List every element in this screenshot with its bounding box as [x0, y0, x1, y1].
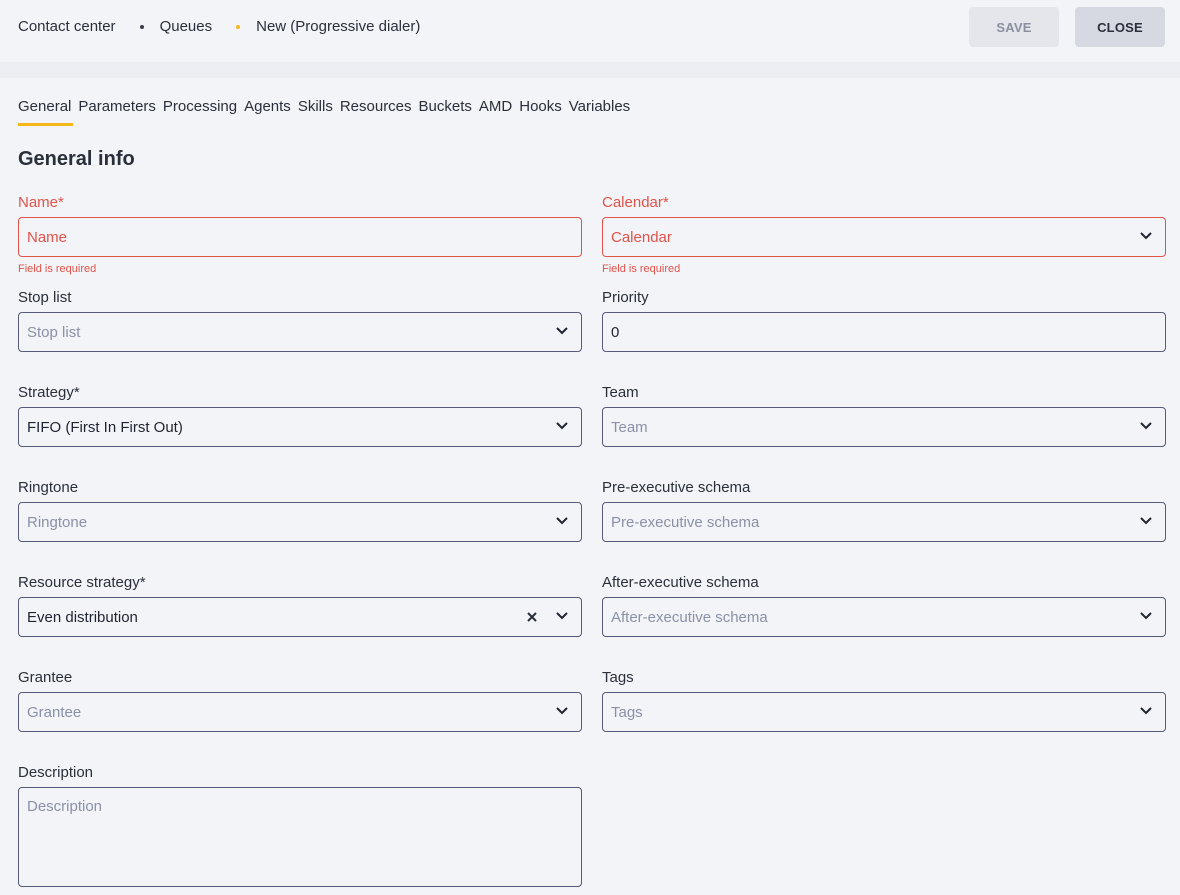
- after-schema-field-group: After-executive schema After-executive s…: [602, 574, 1166, 637]
- tab-skills[interactable]: Skills: [298, 98, 333, 126]
- clear-icon[interactable]: [525, 610, 539, 624]
- strategy-select[interactable]: FIFO (First In First Out): [18, 407, 582, 447]
- tab-processing[interactable]: Processing: [163, 98, 237, 126]
- tab-resources[interactable]: Resources: [340, 98, 412, 126]
- chevron-down-icon[interactable]: [555, 706, 569, 716]
- pre-schema-placeholder: Pre-executive schema: [611, 513, 760, 531]
- stop-list-field-group: Stop list Stop list: [18, 289, 582, 352]
- grantee-placeholder: Grantee: [27, 703, 82, 721]
- after-schema-select[interactable]: After-executive schema: [602, 597, 1166, 637]
- priority-input[interactable]: 0: [602, 312, 1166, 352]
- tab-variables[interactable]: Variables: [569, 98, 630, 126]
- tab-amd[interactable]: AMD: [479, 98, 512, 126]
- priority-value: 0: [611, 323, 620, 341]
- tags-label: Tags: [602, 669, 634, 686]
- tab-parameters[interactable]: Parameters: [78, 98, 156, 126]
- resource-strategy-value: Even distribution: [27, 608, 138, 626]
- strategy-field-group: Strategy* FIFO (First In First Out): [18, 384, 582, 447]
- form-panel: General Parameters Processing Agents Ski…: [0, 78, 1180, 895]
- strategy-value: FIFO (First In First Out): [27, 418, 183, 436]
- close-button[interactable]: CLOSE: [1075, 7, 1165, 47]
- grantee-select[interactable]: Grantee: [18, 692, 582, 732]
- save-button[interactable]: SAVE: [969, 7, 1059, 47]
- name-field-group: Name* Name Field is required: [18, 194, 582, 275]
- tags-select[interactable]: Tags: [602, 692, 1166, 732]
- tab-hooks[interactable]: Hooks: [519, 98, 562, 126]
- team-label: Team: [602, 384, 639, 401]
- ringtone-field-group: Ringtone Ringtone: [18, 479, 582, 542]
- grantee-field-group: Grantee Grantee: [18, 669, 582, 732]
- name-label: Name*: [18, 194, 64, 211]
- description-textarea[interactable]: Description: [18, 787, 582, 887]
- section-title: General info: [18, 148, 135, 170]
- top-bar: Contact center Queues New (Progressive d…: [0, 0, 1180, 62]
- resource-strategy-field-group: Resource strategy* Even distribution: [18, 574, 582, 637]
- chevron-down-icon[interactable]: [555, 516, 569, 526]
- resource-strategy-label: Resource strategy*: [18, 574, 146, 591]
- pre-schema-select[interactable]: Pre-executive schema: [602, 502, 1166, 542]
- ringtone-label: Ringtone: [18, 479, 79, 496]
- strategy-label: Strategy*: [18, 384, 80, 401]
- tab-bar: General Parameters Processing Agents Ski…: [18, 98, 637, 126]
- chevron-down-icon[interactable]: [1139, 516, 1153, 526]
- priority-field-group: Priority 0: [602, 289, 1166, 352]
- calendar-placeholder: Calendar: [611, 228, 672, 246]
- tab-general[interactable]: General: [18, 98, 74, 126]
- ringtone-placeholder: Ringtone: [27, 513, 88, 531]
- team-select[interactable]: Team: [602, 407, 1166, 447]
- description-label: Description: [18, 764, 94, 781]
- calendar-select[interactable]: Calendar: [602, 217, 1166, 257]
- tags-field-group: Tags Tags: [602, 669, 1166, 732]
- name-placeholder: Name: [27, 228, 68, 246]
- name-input[interactable]: Name: [18, 217, 582, 257]
- breadcrumb-separator: [139, 24, 144, 29]
- tab-buckets[interactable]: Buckets: [419, 98, 472, 126]
- ringtone-select[interactable]: Ringtone: [18, 502, 582, 542]
- pre-schema-field-group: Pre-executive schema Pre-executive schem…: [602, 479, 1166, 542]
- chevron-down-icon[interactable]: [555, 611, 569, 621]
- calendar-field-group: Calendar* Calendar Field is required: [602, 194, 1166, 275]
- stop-list-select[interactable]: Stop list: [18, 312, 582, 352]
- pre-schema-label: Pre-executive schema: [602, 479, 751, 496]
- grantee-label: Grantee: [18, 669, 73, 686]
- team-field-group: Team Team: [602, 384, 1166, 447]
- breadcrumb-current: New (Progressive dialer): [256, 18, 421, 35]
- resource-strategy-select[interactable]: Even distribution: [18, 597, 582, 637]
- description-placeholder: Description: [27, 798, 103, 815]
- stop-list-placeholder: Stop list: [27, 323, 81, 341]
- breadcrumb: Contact center Queues New (Progressive d…: [18, 18, 420, 35]
- tab-agents[interactable]: Agents: [244, 98, 291, 126]
- breadcrumb-queues[interactable]: Queues: [160, 18, 213, 35]
- chevron-down-icon[interactable]: [1139, 611, 1153, 621]
- chevron-down-icon[interactable]: [1139, 231, 1153, 241]
- chevron-down-icon[interactable]: [1139, 706, 1153, 716]
- calendar-label: Calendar*: [602, 194, 669, 211]
- tags-placeholder: Tags: [611, 703, 643, 721]
- breadcrumb-contact-center[interactable]: Contact center: [18, 18, 116, 35]
- chevron-down-icon[interactable]: [1139, 421, 1153, 431]
- description-field-group: Description Description: [18, 764, 582, 887]
- breadcrumb-separator-active: [236, 24, 241, 29]
- chevron-down-icon[interactable]: [555, 326, 569, 336]
- after-schema-label: After-executive schema: [602, 574, 759, 591]
- after-schema-placeholder: After-executive schema: [611, 608, 768, 626]
- priority-label: Priority: [602, 289, 649, 306]
- stop-list-label: Stop list: [18, 289, 72, 306]
- calendar-error: Field is required: [602, 263, 681, 275]
- team-placeholder: Team: [611, 418, 648, 436]
- chevron-down-icon[interactable]: [555, 421, 569, 431]
- name-error: Field is required: [18, 263, 97, 275]
